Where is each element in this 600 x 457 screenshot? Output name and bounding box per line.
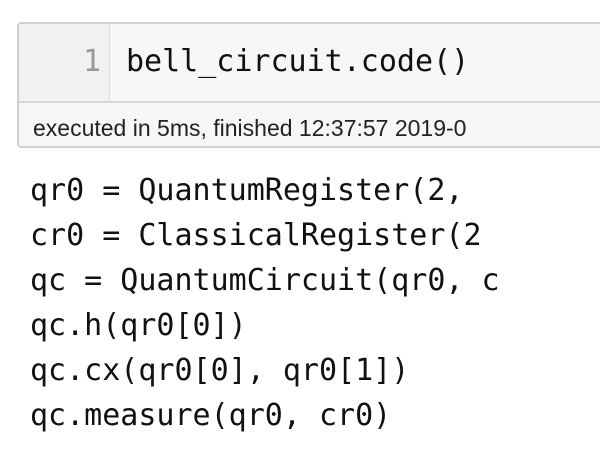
output-line: qr0 = QuantumRegister(2, [30,173,464,208]
execution-info: executed in 5ms, finished 12:37:57 2019-… [33,115,467,141]
cell-output: qr0 = QuantumRegister(2, cr0 = ClassicalR… [30,168,500,438]
output-line: qc = QuantumCircuit(qr0, c [30,263,500,298]
output-line: qc.cx(qr0[0], qr0[1]) [30,353,410,388]
output-line: qc.h(qr0[0]) [30,308,247,343]
output-line: cr0 = ClassicalRegister(2 [30,218,482,253]
cell-input-area[interactable]: 1 bell_circuit.code() [19,24,600,103]
notebook-page: 1 bell_circuit.code() executed in 5ms, f… [0,0,600,457]
code-input[interactable]: bell_circuit.code() [126,44,469,80]
output-line: qc.measure(qr0, cr0) [30,398,392,433]
code-cell[interactable]: 1 bell_circuit.code() executed in 5ms, f… [17,22,600,148]
line-number-gutter: 1 [19,24,110,101]
line-number: 1 [82,44,101,79]
